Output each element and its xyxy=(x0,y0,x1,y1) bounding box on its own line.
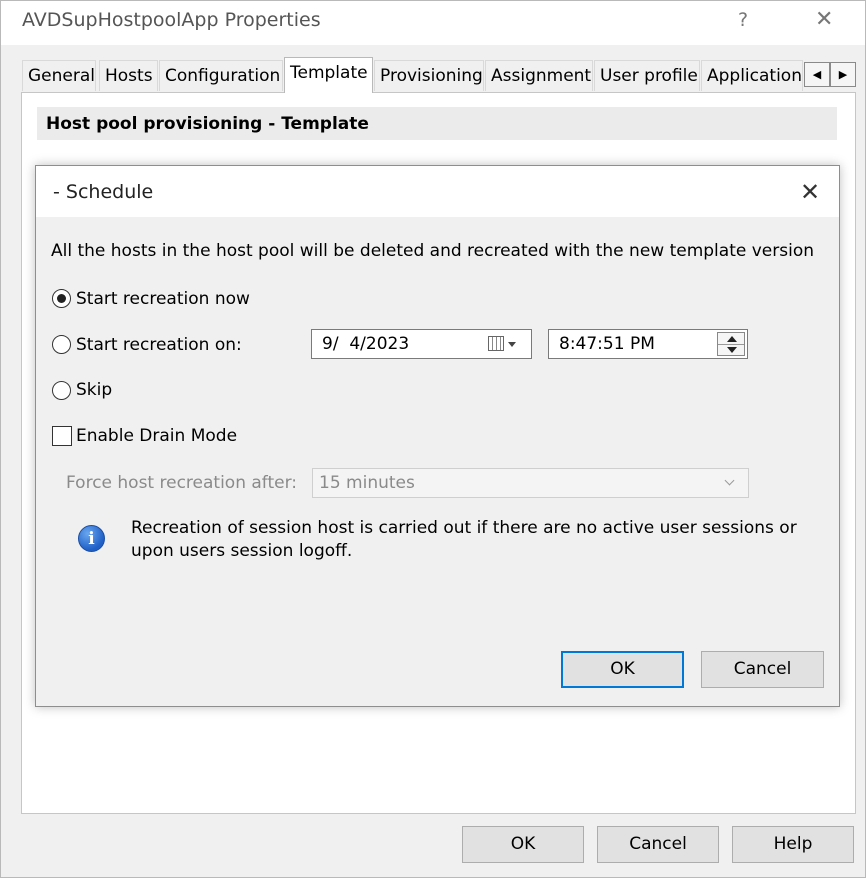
tab-assignment[interactable]: Assignment xyxy=(485,60,593,91)
dialog-title: - Schedule xyxy=(53,181,154,203)
force-recreation-select[interactable]: 15 minutes xyxy=(312,468,749,498)
ok-button[interactable]: OK xyxy=(462,826,584,863)
schedule-dialog: - Schedule ✕ All the hosts in the host p… xyxy=(35,165,840,707)
radio-skip[interactable] xyxy=(52,381,71,400)
close-icon[interactable]: ✕ xyxy=(815,7,833,32)
drain-mode-checkbox[interactable] xyxy=(52,426,72,446)
window-titlebar: AVDSupHostpoolApp Properties ? ✕ xyxy=(1,1,865,45)
tab-application[interactable]: Application xyxy=(701,60,803,91)
calendar-icon[interactable] xyxy=(488,336,504,351)
info-text-line1: Recreation of session host is carried ou… xyxy=(131,518,797,538)
spinner-divider xyxy=(718,344,744,345)
dialog-cancel-button[interactable]: Cancel xyxy=(701,651,824,688)
tab-scroll-control: ◀ ▶ xyxy=(804,62,856,87)
radio-start-now[interactable] xyxy=(52,289,71,308)
tab-template[interactable]: Template xyxy=(284,57,373,93)
radio-skip-label[interactable]: Skip xyxy=(76,380,112,400)
tab-provisioning[interactable]: Provisioning xyxy=(374,60,484,91)
section-header: Host pool provisioning - Template xyxy=(37,107,837,140)
scroll-left-icon[interactable]: ◀ xyxy=(804,62,830,87)
spin-down-icon[interactable] xyxy=(727,347,737,353)
help-icon[interactable]: ? xyxy=(738,9,748,31)
date-picker[interactable]: 9/ 4/2023 xyxy=(311,329,532,359)
dialog-description: All the hosts in the host pool will be d… xyxy=(51,241,814,261)
time-spinner[interactable] xyxy=(717,332,745,356)
dialog-titlebar: - Schedule ✕ xyxy=(36,166,839,217)
radio-start-on[interactable] xyxy=(52,335,71,354)
drain-mode-label[interactable]: Enable Drain Mode xyxy=(76,426,237,446)
radio-start-now-label[interactable]: Start recreation now xyxy=(76,289,250,309)
date-value: 9/ 4/2023 xyxy=(322,334,410,354)
tab-hosts[interactable]: Hosts xyxy=(99,60,158,91)
tab-user-profile[interactable]: User profile xyxy=(594,60,700,91)
tab-configuration[interactable]: Configuration xyxy=(159,60,283,91)
time-value: 8:47:51 PM xyxy=(559,334,655,354)
spin-up-icon[interactable] xyxy=(727,336,737,342)
dialog-close-icon[interactable]: ✕ xyxy=(800,178,820,206)
radio-start-on-label[interactable]: Start recreation on: xyxy=(76,335,242,355)
info-text-line2: upon users session logoff. xyxy=(131,541,353,561)
info-icon: i xyxy=(78,525,105,552)
time-picker[interactable]: 8:47:51 PM xyxy=(548,329,748,359)
cancel-button[interactable]: Cancel xyxy=(597,826,719,863)
window-title: AVDSupHostpoolApp Properties xyxy=(22,9,321,31)
force-recreation-value: 15 minutes xyxy=(319,473,415,493)
tab-general[interactable]: General xyxy=(22,60,96,91)
chevron-down-icon[interactable] xyxy=(508,342,516,347)
chevron-down-icon xyxy=(724,475,735,486)
help-button[interactable]: Help xyxy=(732,826,854,863)
force-recreation-label: Force host recreation after: xyxy=(66,473,298,493)
scroll-right-icon[interactable]: ▶ xyxy=(830,62,856,87)
dialog-ok-button[interactable]: OK xyxy=(561,651,684,688)
